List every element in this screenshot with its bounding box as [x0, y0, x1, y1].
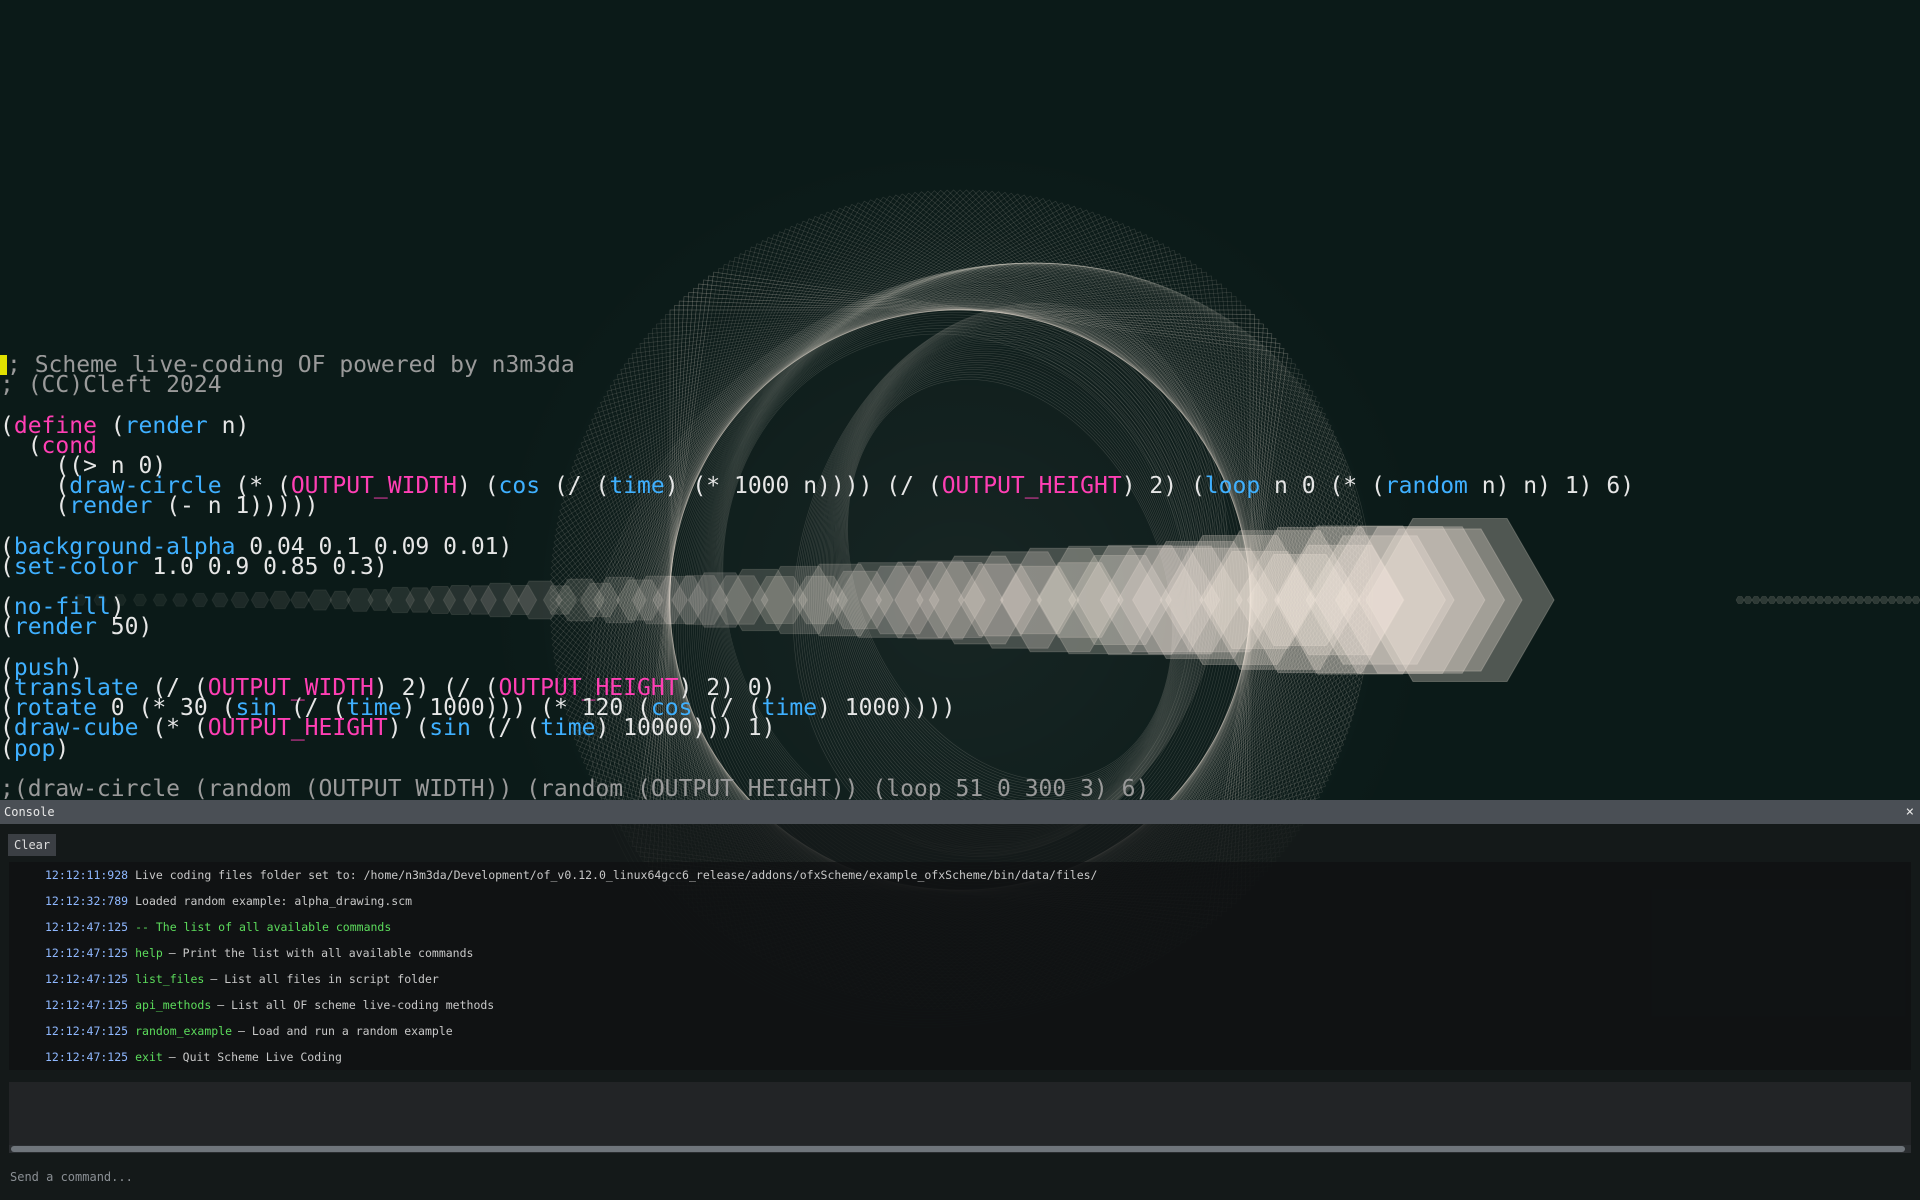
code-line[interactable]: [0, 395, 1920, 415]
log-timestamp: 12:12:47:125: [45, 946, 129, 960]
log-entry: 12:12:47:125 -- The list of all available…: [45, 914, 391, 940]
code-line[interactable]: ; (CC)Cleft 2024: [0, 372, 1920, 399]
log-command: list_files: [135, 972, 205, 986]
code-line[interactable]: (set-color 1.0 0.9 0.85 0.3): [0, 553, 1920, 580]
code-token: pop: [13, 735, 56, 762]
console-log[interactable]: 12:12:11:928 Live coding files folder set…: [9, 862, 1911, 1070]
code-token: set-color: [13, 553, 139, 580]
console-window: Console × Clear 12:12:11:928 Live coding …: [0, 800, 1920, 1200]
log-entry: 12:12:47:125 list_files – List all files i…: [45, 966, 439, 992]
code-token: ) (* 1000 n)))) (/ (: [664, 473, 942, 500]
log-command: random_example: [135, 1024, 233, 1038]
console-history-panel: [9, 1082, 1911, 1146]
code-token: ;(draw-circle (random (OUTPUT_WIDTH)) (r…: [0, 775, 1150, 800]
log-entry: 12:12:47:125 help – Print the list with al…: [45, 940, 473, 966]
code-token: (* (: [138, 715, 208, 742]
log-message: – Print the list with all available comm…: [168, 946, 474, 960]
code-token: n 0 (* (: [1260, 473, 1385, 500]
code-token: n): [207, 412, 250, 439]
log-entry: 12:12:47:125 api_methods – List all OF sch…: [45, 992, 494, 1018]
log-entry: 12:12:47:125 exit – Quit Scheme Live Codin…: [45, 1044, 342, 1070]
log-message: Loaded random example: alpha_drawing.scm: [135, 894, 413, 908]
code-token: (: [0, 735, 14, 762]
code-token: n) n) 1) 6): [1467, 473, 1635, 500]
log-message: – List all files in script folder: [210, 972, 439, 986]
log-entry: 12:12:11:928 Live coding files folder set…: [45, 862, 1097, 888]
log-message: -- The list of all available commands: [135, 920, 392, 934]
log-timestamp: 12:12:47:125: [45, 1050, 129, 1064]
code-token: random: [1384, 473, 1468, 500]
code-line[interactable]: [0, 638, 1920, 658]
code-token: ) 1000)))): [817, 695, 956, 722]
code-token: OUTPUT_HEIGHT: [941, 473, 1122, 500]
code-token: (: [0, 553, 14, 580]
code-token: ; (CC)Cleft 2024: [0, 372, 222, 399]
log-message: – Quit Scheme Live Coding: [168, 1050, 342, 1064]
log-command: api_methods: [135, 998, 212, 1012]
log-command: exit: [135, 1050, 163, 1064]
log-timestamp: 12:12:32:789: [45, 894, 129, 908]
code-token: 1.0 0.9 0.85 0.3): [138, 553, 388, 580]
code-line[interactable]: (no-fill): [0, 596, 1920, 619]
log-entry: 12:12:47:125 random_example – Load and run…: [45, 1018, 453, 1044]
code-token: (: [96, 412, 125, 439]
code-token: (/ (: [540, 473, 610, 500]
code-token: 50): [96, 614, 153, 641]
code-token: ) (: [387, 715, 430, 742]
log-timestamp: 12:12:47:125: [45, 1024, 129, 1038]
log-message: – List all OF scheme live-coding methods: [217, 998, 495, 1012]
code-line[interactable]: (render 50): [0, 614, 1920, 641]
code-line[interactable]: [0, 577, 1920, 597]
log-timestamp: 12:12:47:125: [45, 972, 129, 986]
code-token: ) 10000))) 1): [595, 715, 776, 742]
log-message: Live coding files folder set to: /home/n…: [135, 868, 1098, 882]
code-line[interactable]: ;(draw-circle (random (OUTPUT_WIDTH)) (r…: [0, 775, 1920, 800]
clear-button[interactable]: Clear: [8, 834, 57, 856]
scrollbar-thumb[interactable]: [11, 1146, 1905, 1152]
code-token: (: [0, 614, 14, 641]
log-timestamp: 12:12:11:928: [45, 868, 129, 882]
code-token: OUTPUT_HEIGHT: [207, 715, 388, 742]
log-timestamp: 12:12:47:125: [45, 920, 129, 934]
code-token: render: [124, 412, 208, 439]
close-icon[interactable]: ×: [1906, 800, 1914, 824]
code-token: (- n 1))))): [152, 493, 319, 520]
code-token: cos: [498, 473, 541, 500]
console-titlebar[interactable]: Console ×: [0, 800, 1920, 824]
code-token: ) 2) (: [1121, 473, 1205, 500]
code-token: render: [13, 614, 97, 641]
log-timestamp: 12:12:47:125: [45, 998, 129, 1012]
horizontal-scrollbar[interactable]: [9, 1145, 1911, 1153]
code-token: render: [69, 493, 153, 520]
code-editor[interactable]: ; Scheme live-coding OF powered by n3m3d…: [0, 355, 1920, 800]
console-title: Console: [4, 805, 55, 819]
command-input[interactable]: [8, 1162, 1912, 1192]
code-token: (/ (: [470, 715, 541, 742]
code-token: ): [55, 735, 70, 762]
code-token: sin: [429, 715, 471, 742]
code-token: time: [540, 715, 596, 742]
code-line[interactable]: (cond: [0, 434, 1920, 457]
code-token: loop: [1204, 473, 1261, 500]
code-token: time: [609, 473, 665, 500]
code-line[interactable]: (pop): [0, 735, 1920, 762]
code-line[interactable]: (define (render n): [0, 412, 1920, 439]
log-message: – Load and run a random example: [238, 1024, 453, 1038]
code-token: ) (: [457, 473, 499, 500]
log-command: help: [135, 946, 163, 960]
code-token: (: [0, 493, 70, 520]
code-line[interactable]: ; Scheme live-coding OF powered by n3m3d…: [0, 355, 1920, 377]
code-line[interactable]: (draw-cube (* (OUTPUT_HEIGHT) (sin (/ (t…: [0, 715, 1920, 742]
code-line[interactable]: (render (- n 1))))): [0, 493, 1920, 520]
log-entry: 12:12:32:789 Loaded random example: alpha…: [45, 888, 412, 914]
